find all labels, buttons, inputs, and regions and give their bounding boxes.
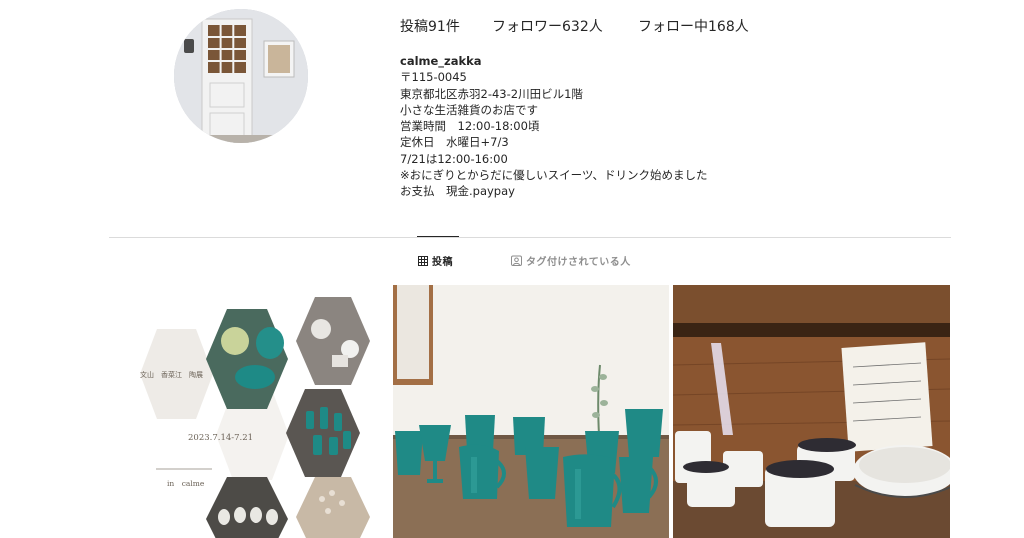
shelf-containers-image <box>673 285 950 538</box>
active-tab-indicator <box>417 236 459 237</box>
section-divider <box>109 237 951 238</box>
profile-stats: 投稿91件 フォロワー632人 フォロー中168人 <box>400 16 749 36</box>
flyer-date-text: 2023.7.14-7.21 <box>188 433 253 443</box>
post-thumbnail[interactable]: 文山 香菜江 陶展 2023.7.14-7.21 in calme <box>110 285 389 538</box>
followers-link[interactable]: フォロワー632人 <box>492 16 638 36</box>
bio-line: 営業時間 12:00-18:00頃 <box>400 119 540 134</box>
bio-line: 小さな生活雑貨のお店です <box>400 102 538 117</box>
post-thumbnail[interactable] <box>673 285 950 538</box>
profile-avatar[interactable] <box>174 9 308 143</box>
profile-bio: calme_zakka 〒115-0045 東京都北区赤羽2-43-2川田ビル1… <box>400 53 707 200</box>
turquoise-pottery-image <box>393 285 669 538</box>
exhibition-flyer-image: 文山 香菜江 陶展 2023.7.14-7.21 in calme <box>110 285 389 538</box>
bio-line: 東京都北区赤羽2-43-2川田ビル1階 <box>400 86 583 101</box>
tab-tagged-label: タグ付けされている人 <box>526 257 631 268</box>
tab-tagged[interactable]: タグ付けされている人 <box>511 253 631 268</box>
avatar-shop-door-image <box>174 9 308 143</box>
bio-line: 定休日 水曜日+7/3 <box>400 135 509 150</box>
tab-posts-label: 投稿 <box>432 257 453 268</box>
flyer-artist-text: 文山 香菜江 陶展 <box>140 370 203 379</box>
grid-icon <box>418 255 428 266</box>
bio-line: お支払 現金.paypay <box>400 184 515 199</box>
post-thumbnail[interactable] <box>393 285 669 538</box>
bio-line: 〒115-0045 <box>400 70 467 85</box>
posts-count: 投稿91件 <box>400 19 460 35</box>
profile-tabs: 投稿 タグ付けされている人 <box>0 253 1024 269</box>
flyer-venue-text: in calme <box>167 479 205 488</box>
person-tag-icon <box>511 255 522 266</box>
username: calme_zakka <box>400 54 482 68</box>
following-link[interactable]: フォロー中168人 <box>638 16 749 36</box>
bio-line: ※おにぎりとからだに優しいスイーツ、ドリンク始めました <box>400 168 708 183</box>
bio-line: 7/21は12:00-16:00 <box>400 151 508 166</box>
posts-grid: 文山 香菜江 陶展 2023.7.14-7.21 in calme <box>110 285 950 538</box>
tab-posts[interactable]: 投稿 <box>418 253 453 268</box>
